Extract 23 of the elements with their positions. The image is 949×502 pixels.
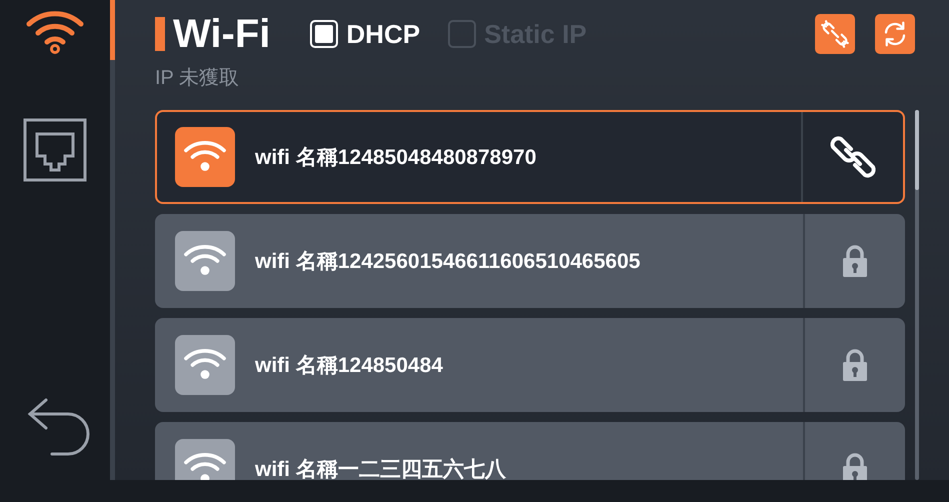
- network-row[interactable]: wifi 名稱124850484: [155, 318, 905, 412]
- network-row[interactable]: wifi 名稱12485048480878970: [155, 110, 905, 204]
- wifi-icon: [175, 127, 235, 187]
- ethernet-port-icon[interactable]: [23, 118, 87, 182]
- network-name: wifi 名稱12425601546611606510465605: [255, 249, 642, 275]
- network-row[interactable]: wifi 名稱12425601546611606510465605: [155, 214, 905, 308]
- lock-icon: [842, 244, 868, 278]
- network-name: wifi 名稱124850484: [255, 353, 444, 379]
- network-name: wifi 名稱一二三四五六七八: [255, 456, 507, 480]
- wifi-icon: [175, 231, 235, 291]
- network-name: wifi 名稱12485048480878970: [255, 145, 538, 171]
- title-accent-bar: [155, 17, 165, 51]
- refresh-button[interactable]: [875, 14, 915, 54]
- wifi-icon: [175, 335, 235, 395]
- network-row[interactable]: wifi 名稱一二三四五六七八: [155, 422, 905, 480]
- scrollbar[interactable]: [915, 110, 919, 480]
- broken-link-button[interactable]: [815, 14, 855, 54]
- lock-icon: [842, 452, 868, 480]
- broken-link-icon: [820, 19, 850, 49]
- mode-checkbox[interactable]: DHCP: [310, 18, 420, 50]
- ip-status: IP 未獲取: [155, 68, 240, 91]
- lock-icon: [842, 348, 868, 382]
- page-title: Wi-Fi: [173, 12, 270, 56]
